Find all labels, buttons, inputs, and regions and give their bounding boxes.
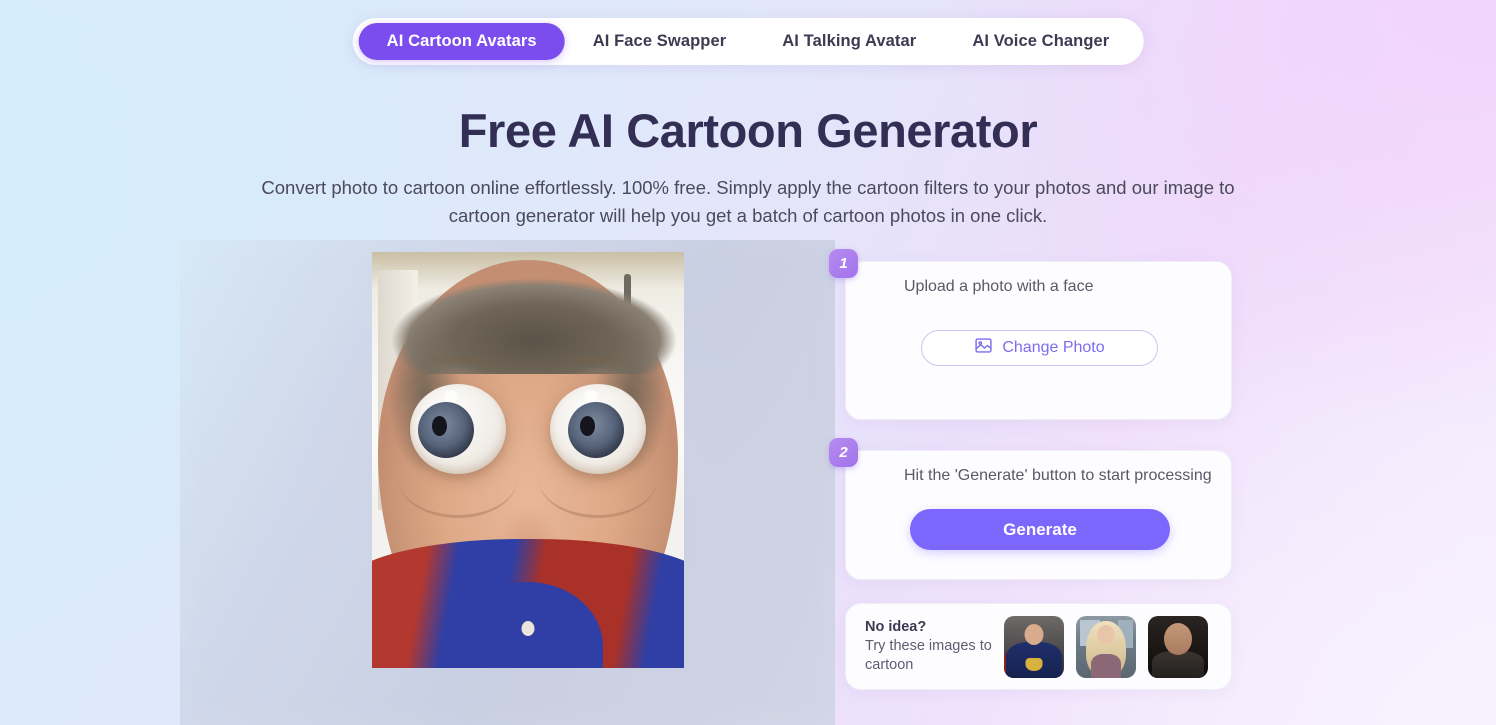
photo-eye-glint-left bbox=[444, 390, 458, 402]
tab-bar: AI Cartoon Avatars AI Face Swapper AI Ta… bbox=[352, 18, 1144, 65]
image-icon bbox=[974, 336, 993, 360]
sample-images-text: No idea? Try these images to cartoon bbox=[865, 618, 995, 675]
step-1-badge: 1 bbox=[829, 249, 858, 278]
step-2-text: Hit the 'Generate' button to start proce… bbox=[904, 467, 1212, 484]
generate-button[interactable]: Generate bbox=[910, 509, 1170, 550]
tab-ai-cartoon-avatars[interactable]: AI Cartoon Avatars bbox=[358, 23, 565, 60]
photo-eyebrow-right bbox=[540, 352, 650, 368]
change-photo-button[interactable]: Change Photo bbox=[921, 330, 1158, 366]
photo-shirt bbox=[372, 539, 684, 668]
photo-pupil-right bbox=[580, 416, 595, 436]
bald-man-thumbnail[interactable] bbox=[1148, 615, 1208, 678]
step-1-card: 1 Upload a photo with a face Change Phot… bbox=[829, 249, 1232, 420]
change-photo-label: Change Photo bbox=[1002, 339, 1105, 356]
sample-images-description: Try these images to cartoon bbox=[865, 638, 992, 673]
photo-eyebrow-left bbox=[406, 352, 516, 368]
photo-iris-left bbox=[418, 402, 474, 458]
page-title: Free AI Cartoon Generator bbox=[458, 104, 1038, 157]
blonde-woman-thumbnail[interactable] bbox=[1076, 615, 1136, 678]
photo-eye-right bbox=[550, 384, 646, 474]
photo-eye-left bbox=[410, 384, 506, 474]
photo-iris-right bbox=[568, 402, 624, 458]
step-2-card: 2 Hit the 'Generate' button to start pro… bbox=[829, 438, 1232, 580]
step-2-badge: 2 bbox=[829, 438, 858, 467]
photo-pupil-left bbox=[432, 416, 447, 436]
photo-eye-glint-right bbox=[584, 390, 598, 402]
sample-images-card: No idea? Try these images to cartoon bbox=[845, 603, 1232, 690]
superman-thumbnail[interactable] bbox=[1004, 615, 1064, 678]
sample-images-title: No idea? bbox=[865, 619, 927, 635]
sample-thumbnail-list bbox=[1004, 615, 1208, 678]
tab-ai-talking-avatar[interactable]: AI Talking Avatar bbox=[754, 23, 944, 60]
uploaded-photo[interactable] bbox=[372, 252, 684, 668]
photo-shirt-button bbox=[521, 621, 535, 636]
tab-ai-face-swapper[interactable]: AI Face Swapper bbox=[565, 23, 755, 60]
photo-preview-panel bbox=[180, 240, 835, 725]
tab-ai-voice-changer[interactable]: AI Voice Changer bbox=[944, 23, 1137, 60]
page-subtitle: Convert photo to cartoon online effortle… bbox=[261, 177, 1235, 226]
step-1-text: Upload a photo with a face bbox=[904, 278, 1094, 295]
